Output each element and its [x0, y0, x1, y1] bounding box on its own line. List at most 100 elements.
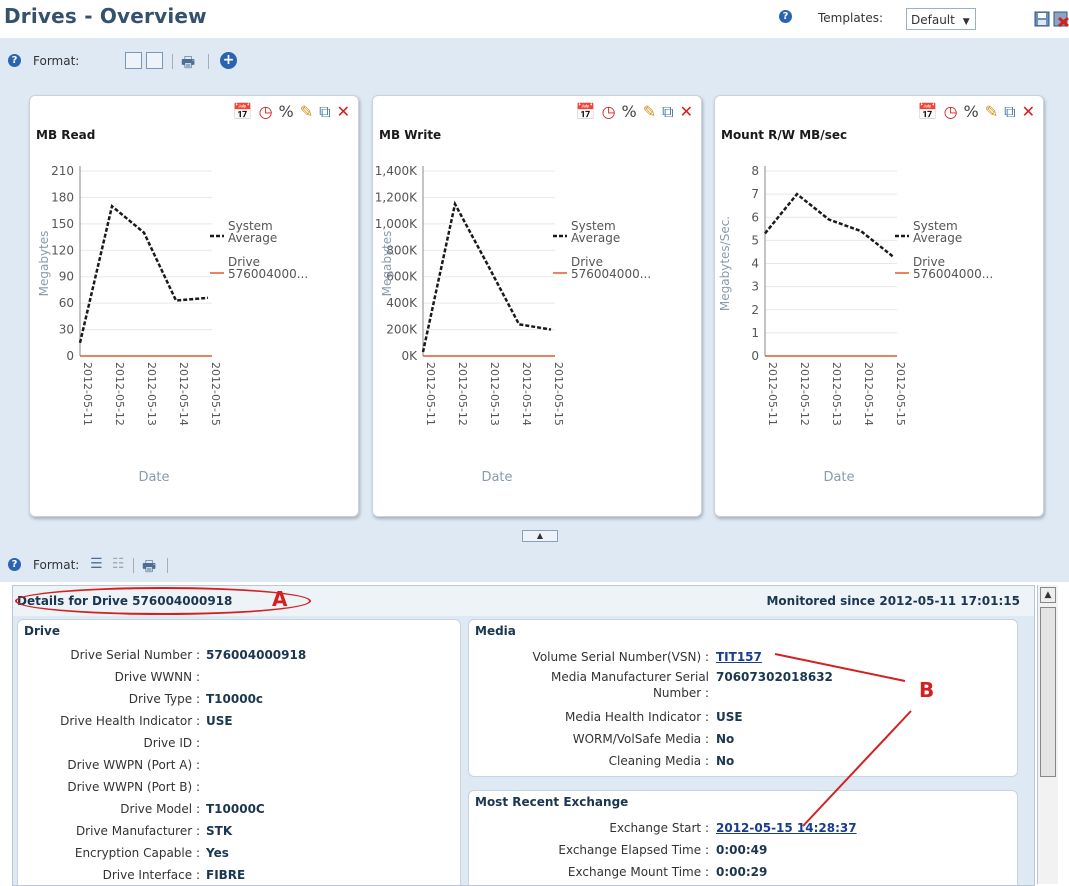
help-icon[interactable]: ? — [8, 558, 21, 571]
edit-icon[interactable]: ✎ — [300, 102, 313, 121]
annotation-line — [774, 653, 906, 682]
scroll-thumb[interactable] — [1040, 607, 1056, 777]
x-tick-label: 2012-05-11 — [81, 362, 94, 426]
print-icon[interactable]: 🖶 — [181, 52, 195, 77]
x-tick-label: 2012-05-14 — [862, 362, 875, 426]
x-tick-label: 2012-05-14 — [520, 362, 533, 426]
schedule-icon[interactable]: 📅 — [918, 102, 938, 121]
collapse-handle[interactable]: ▲ — [522, 530, 558, 542]
chart-title: MB Write — [379, 128, 442, 142]
annotation-b: B — [919, 678, 935, 702]
legend-label: Average — [913, 231, 962, 245]
divider — [133, 558, 134, 573]
series-line — [764, 192, 894, 258]
percent-icon[interactable]: % — [622, 102, 637, 121]
x-axis-label: Date — [823, 470, 854, 485]
row-layout-icon[interactable] — [146, 52, 163, 69]
details-toolbar: ▲ ? Format: ☰ ☷ 🖶 — [0, 528, 1069, 582]
y-tick-label: 5 — [751, 233, 759, 247]
delete-template-icon[interactable] — [1053, 11, 1069, 27]
format-label: Format: — [33, 54, 80, 68]
legend-label: 576004000... — [228, 267, 308, 281]
chevron-down-icon: ▼ — [962, 17, 970, 27]
y-tick-label: 7 — [751, 187, 759, 201]
close-icon[interactable]: ✕ — [1022, 102, 1035, 121]
percent-icon[interactable]: % — [964, 102, 979, 121]
annotation-lines — [774, 653, 912, 827]
clock-icon[interactable]: ◷ — [602, 102, 616, 121]
x-tick-label: 2012-05-15 — [552, 362, 565, 426]
y-tick-label: 1 — [751, 326, 759, 340]
chart-toolbar: 📅 ◷% ✎ ⧉ ✕ — [570, 102, 693, 122]
y-tick-label: 90 — [59, 270, 74, 284]
export-icon[interactable]: ⧉ — [319, 102, 330, 122]
list-layout-icon[interactable]: ☰ — [90, 556, 103, 572]
divider — [167, 558, 168, 573]
y-tick-label: 4 — [751, 257, 759, 271]
x-tick-label: 2012-05-11 — [766, 362, 779, 426]
x-tick-label: 2012-05-13 — [145, 362, 158, 426]
y-tick-label: 0 — [751, 349, 759, 363]
y-tick-label: 1,400K — [375, 164, 418, 178]
vertical-scrollbar[interactable]: ▲ — [1037, 585, 1058, 884]
y-tick-label: 150 — [51, 217, 74, 231]
x-tick-label: 2012-05-13 — [488, 362, 501, 426]
schedule-icon[interactable]: 📅 — [233, 102, 253, 121]
format-label: Format: — [33, 558, 80, 572]
x-tick-label: 2012-05-14 — [177, 362, 190, 426]
annotation-line — [802, 710, 912, 827]
x-tick-label: 2012-05-11 — [424, 362, 437, 426]
close-icon[interactable]: ✕ — [680, 102, 693, 121]
x-tick-label: 2012-05-15 — [209, 362, 222, 426]
y-tick-label: 30 — [59, 323, 74, 337]
edit-icon[interactable]: ✎ — [643, 102, 656, 121]
y-tick-label: 6 — [751, 210, 759, 224]
x-axis-label: Date — [481, 470, 512, 485]
scroll-up-button[interactable]: ▲ — [1040, 587, 1056, 603]
chart-panel-mb-read: 📅 ◷% ✎ ⧉ ✕ MB Read 0 30 60 90 120 150 180 210 Megabyte… — [29, 95, 359, 517]
y-tick-label: 120 — [51, 243, 74, 257]
page-header: Drives - Overview ? Templates: Default ▼ — [0, 0, 1069, 38]
x-tick-label: 2012-05-12 — [456, 362, 469, 426]
drive-details-panel: Details for Drive 576004000918 A Monitor… — [12, 585, 1035, 886]
edit-icon[interactable]: ✎ — [985, 102, 998, 121]
percent-icon[interactable]: % — [279, 102, 294, 121]
legend-label: 576004000... — [913, 267, 993, 281]
close-icon[interactable]: ✕ — [337, 102, 350, 121]
chart-toolbar: 📅 ◷% ✎ ⧉ ✕ — [912, 102, 1035, 122]
y-tick-label: 8 — [751, 164, 759, 178]
chart-toolbar: 📅 ◷% ✎ ⧉ ✕ — [227, 102, 350, 122]
column-layout-icon[interactable]: ☷ — [112, 556, 125, 572]
clock-icon[interactable]: ◷ — [944, 102, 958, 121]
chart-title: MB Read — [36, 128, 96, 142]
schedule-icon[interactable]: 📅 — [576, 102, 596, 121]
save-template-icon[interactable] — [1034, 11, 1050, 27]
y-tick-label: 1,200K — [375, 190, 418, 204]
y-axis-label: Megabytes/Sec. — [718, 216, 732, 311]
y-tick-label: 2 — [751, 303, 759, 317]
y-tick-label: 180 — [51, 190, 74, 204]
x-tick-label: 2012-05-13 — [830, 362, 843, 426]
print-icon[interactable]: 🖶 — [142, 556, 156, 581]
chart-title: Mount R/W MB/sec — [721, 128, 848, 142]
y-tick-label: 400K — [386, 296, 418, 310]
page-title: Drives - Overview — [4, 4, 207, 28]
series-line — [78, 203, 209, 344]
y-tick-label: 210 — [51, 164, 74, 178]
add-icon[interactable]: + — [220, 52, 237, 69]
help-icon[interactable]: ? — [779, 10, 792, 23]
legend-label: Average — [228, 231, 277, 245]
export-icon[interactable]: ⧉ — [1004, 102, 1015, 122]
chart-panel-mount-rw: 📅 ◷% ✎ ⧉ ✕ Mount R/W MB/sec 0 1 2 3 4 5 6 7 8 Megabytes… — [714, 95, 1044, 517]
y-axis-label: Megabytes — [37, 231, 51, 297]
export-icon[interactable]: ⧉ — [662, 102, 673, 122]
help-icon[interactable]: ? — [8, 54, 21, 67]
templates-select[interactable]: Default ▼ — [906, 8, 976, 30]
y-tick-label: 3 — [751, 280, 759, 294]
chart-panel-mb-write: 📅 ◷% ✎ ⧉ ✕ MB Write 0K 200K 400K 600K 800K 1,000K 1,… — [372, 95, 702, 517]
clock-icon[interactable]: ◷ — [259, 102, 273, 121]
y-tick-label: 1,000K — [375, 217, 418, 231]
y-tick-label: 60 — [59, 296, 74, 310]
legend-label: Average — [571, 231, 620, 245]
grid-layout-icon[interactable] — [125, 52, 142, 69]
